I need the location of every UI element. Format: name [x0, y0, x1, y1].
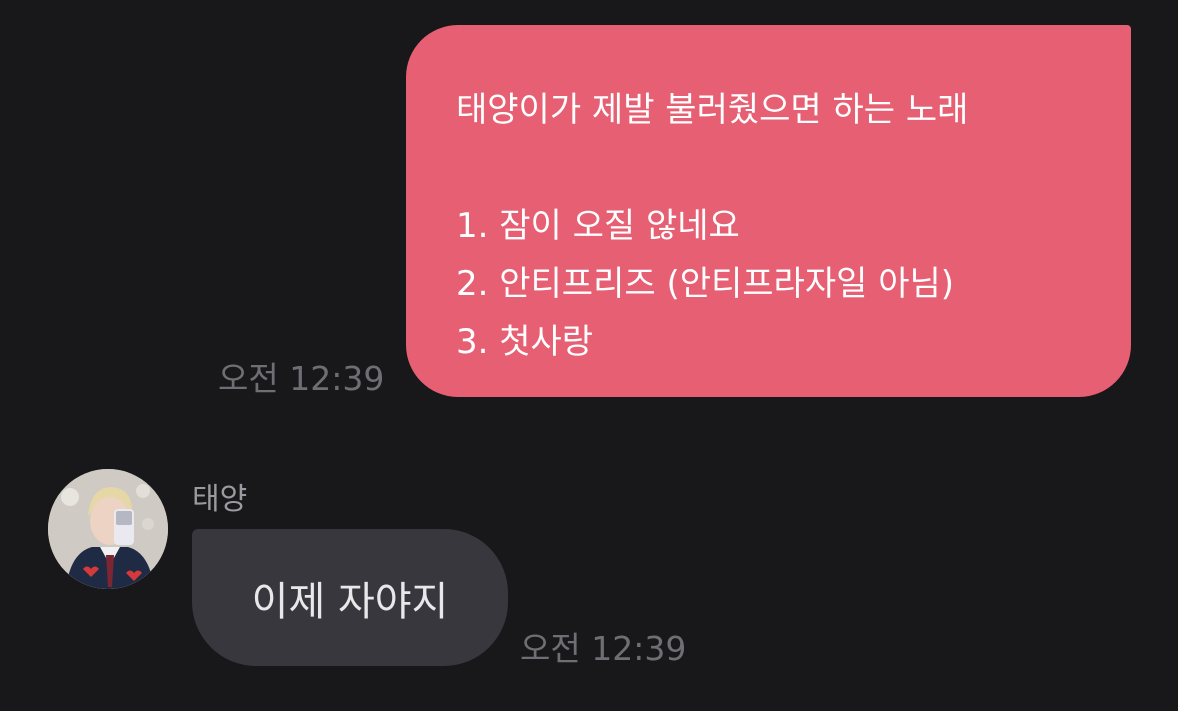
message-timestamp: 오전 12:39	[218, 359, 385, 398]
message-line	[456, 139, 1091, 197]
sender-avatar[interactable]	[48, 469, 168, 589]
sender-name[interactable]: 태양	[192, 474, 247, 518]
message-line: 2. 안티프리즈 (안티프라자일 아님)	[456, 264, 955, 304]
message-timestamp: 오전 12:39	[520, 629, 687, 668]
profile-photo-icon	[48, 469, 168, 589]
message-line: 1. 잠이 오질 않네요	[456, 206, 740, 246]
message-line: 3. 첫사랑	[456, 322, 594, 362]
message-line: 태양이가 제발 불러줬으면 하는 노래	[456, 90, 969, 130]
chat-view: 오전 12:39 태양이가 제발 불러줬으면 하는 노래 1. 잠이 오질 않네…	[0, 0, 1178, 711]
outgoing-message-bubble[interactable]: 태양이가 제발 불러줬으면 하는 노래 1. 잠이 오질 않네요 2. 안티프리…	[406, 25, 1131, 397]
message-text: 이제 자야지	[251, 578, 449, 625]
incoming-message-bubble[interactable]: 이제 자야지	[192, 529, 508, 666]
